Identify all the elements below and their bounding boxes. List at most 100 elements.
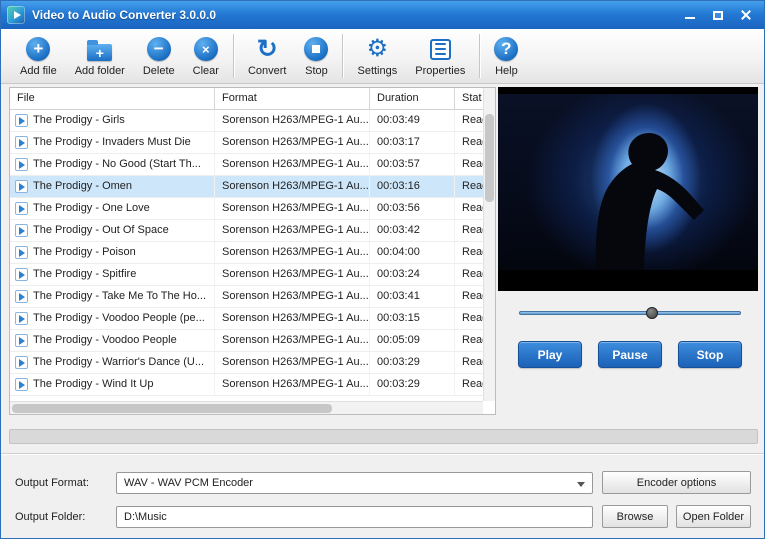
table-row[interactable]: The Prodigy - Omen Sorenson H263/MPEG-1 A… <box>10 176 483 198</box>
titlebar: Video to Audio Converter 3.0.0.0 <box>1 1 764 29</box>
toolbar-button-settings[interactable]: ⚙ Settings <box>348 33 406 80</box>
table-row[interactable]: The Prodigy - One Love Sorenson H263/MPEG… <box>10 198 483 220</box>
file-name: The Prodigy - Wind It Up <box>33 378 154 390</box>
toolbar-button-clear[interactable]: × Clear <box>184 33 228 80</box>
output-format-value: WAV - WAV PCM Encoder <box>124 477 253 489</box>
file-list-panel: File Format Duration Stat The Prodigy - … <box>9 87 496 415</box>
toolbar-button-help[interactable]: ? Help <box>485 33 527 80</box>
file-table-body: The Prodigy - Girls Sorenson H263/MPEG-1 … <box>10 110 483 396</box>
vertical-scrollbar[interactable] <box>483 88 495 401</box>
table-row[interactable]: The Prodigy - Girls Sorenson H263/MPEG-1 … <box>10 110 483 132</box>
delete-icon: − <box>146 36 171 63</box>
file-status: Read <box>455 352 483 373</box>
toolbar-separator <box>479 34 481 78</box>
file-name: The Prodigy - Voodoo People (pe... <box>33 312 205 324</box>
file-duration: 00:03:42 <box>370 220 455 241</box>
table-row[interactable]: The Prodigy - Invaders Must Die Sorenson … <box>10 132 483 154</box>
file-status: Read <box>455 132 483 153</box>
toolbar-button-properties[interactable]: Properties <box>406 33 474 80</box>
table-row[interactable]: The Prodigy - No Good (Start Th... Sorens… <box>10 154 483 176</box>
convert-icon: ↻ <box>256 34 278 63</box>
help-icon: ? <box>494 36 519 63</box>
play-button[interactable]: Play <box>518 341 582 368</box>
file-status: Read <box>455 198 483 219</box>
output-format-select[interactable]: WAV - WAV PCM Encoder <box>116 472 593 494</box>
browse-button[interactable]: Browse <box>602 505 668 528</box>
file-cell: The Prodigy - Spitfire <box>10 264 215 285</box>
pause-button[interactable]: Pause <box>598 341 662 368</box>
file-format: Sorenson H263/MPEG-1 Au... <box>215 352 370 373</box>
file-duration: 00:03:41 <box>370 286 455 307</box>
file-status: Read <box>455 308 483 329</box>
properties-icon <box>429 36 451 63</box>
stop-button[interactable]: Stop <box>678 341 742 368</box>
table-row[interactable]: The Prodigy - Wind It Up Sorenson H263/MP… <box>10 374 483 396</box>
file-cell: The Prodigy - Girls <box>10 110 215 131</box>
toolbar-button-delete[interactable]: − Delete <box>134 33 184 80</box>
media-item-icon <box>15 224 28 237</box>
column-header-file[interactable]: File <box>10 88 215 109</box>
clear-icon: × <box>193 36 218 63</box>
file-status: Read <box>455 110 483 131</box>
file-cell: The Prodigy - Voodoo People <box>10 330 215 351</box>
file-status: Read <box>455 330 483 351</box>
file-duration: 00:03:56 <box>370 198 455 219</box>
window-title: Video to Audio Converter 3.0.0.0 <box>32 8 217 22</box>
media-item-icon <box>15 202 28 215</box>
file-status: Read <box>455 374 483 395</box>
file-duration: 00:03:24 <box>370 264 455 285</box>
person-silhouette <box>595 132 704 270</box>
file-duration: 00:03:57 <box>370 154 455 175</box>
maximize-button[interactable] <box>706 6 730 24</box>
table-row[interactable]: The Prodigy - Take Me To The Ho... Sorens… <box>10 286 483 308</box>
table-row[interactable]: The Prodigy - Poison Sorenson H263/MPEG-1… <box>10 242 483 264</box>
horizontal-scrollbar-thumb[interactable] <box>12 404 332 413</box>
table-row[interactable]: The Prodigy - Voodoo People Sorenson H263… <box>10 330 483 352</box>
close-button[interactable] <box>734 6 758 24</box>
file-name: The Prodigy - Out Of Space <box>33 224 169 236</box>
table-row[interactable]: The Prodigy - Spitfire Sorenson H263/MPEG… <box>10 264 483 286</box>
seek-track[interactable] <box>519 311 741 315</box>
file-cell: The Prodigy - Out Of Space <box>10 220 215 241</box>
file-cell: The Prodigy - One Love <box>10 198 215 219</box>
file-name: The Prodigy - Omen <box>33 180 133 192</box>
toolbar-button-stop[interactable]: Stop <box>295 33 337 80</box>
encoder-options-button[interactable]: Encoder options <box>602 471 751 494</box>
toolbar-button-convert[interactable]: ↻ Convert <box>239 33 296 80</box>
table-row[interactable]: The Prodigy - Voodoo People (pe... Sorens… <box>10 308 483 330</box>
file-format: Sorenson H263/MPEG-1 Au... <box>215 198 370 219</box>
vertical-scrollbar-thumb[interactable] <box>485 114 494 202</box>
seek-thumb[interactable] <box>646 307 659 319</box>
media-item-icon <box>15 312 28 325</box>
seek-slider[interactable] <box>519 306 741 320</box>
file-name: The Prodigy - Voodoo People <box>33 334 177 346</box>
minimize-button[interactable] <box>678 6 702 24</box>
media-item-icon <box>15 158 28 171</box>
column-header-duration[interactable]: Duration <box>370 88 455 109</box>
column-header-status[interactable]: Stat <box>455 88 483 109</box>
toolbar-button-add-file[interactable]: + Add file <box>11 33 66 80</box>
file-format: Sorenson H263/MPEG-1 Au... <box>215 330 370 351</box>
file-format: Sorenson H263/MPEG-1 Au... <box>215 264 370 285</box>
file-name: The Prodigy - One Love <box>33 202 150 214</box>
horizontal-scrollbar[interactable] <box>10 401 483 414</box>
conversion-progress-bar <box>9 429 758 444</box>
table-row[interactable]: The Prodigy - Out Of Space Sorenson H263/… <box>10 220 483 242</box>
file-name: The Prodigy - Invaders Must Die <box>33 136 191 148</box>
settings-gear-icon: ⚙ <box>366 35 389 62</box>
maximize-icon <box>713 10 723 20</box>
output-folder-input[interactable] <box>116 506 593 528</box>
open-folder-button[interactable]: Open Folder <box>676 505 751 528</box>
file-status: Read <box>455 264 483 285</box>
column-header-format[interactable]: Format <box>215 88 370 109</box>
toolbar: + Add file + Add folder − Delete × Clear… <box>1 29 764 84</box>
file-cell: The Prodigy - Voodoo People (pe... <box>10 308 215 329</box>
toolbar-button-add-folder[interactable]: + Add folder <box>66 33 134 80</box>
close-icon <box>740 9 752 21</box>
file-format: Sorenson H263/MPEG-1 Au... <box>215 308 370 329</box>
media-item-icon <box>15 356 28 369</box>
table-row[interactable]: The Prodigy - Warrior's Dance (U... Soren… <box>10 352 483 374</box>
file-format: Sorenson H263/MPEG-1 Au... <box>215 220 370 241</box>
toolbar-separator <box>342 34 344 78</box>
app-icon <box>7 6 25 24</box>
